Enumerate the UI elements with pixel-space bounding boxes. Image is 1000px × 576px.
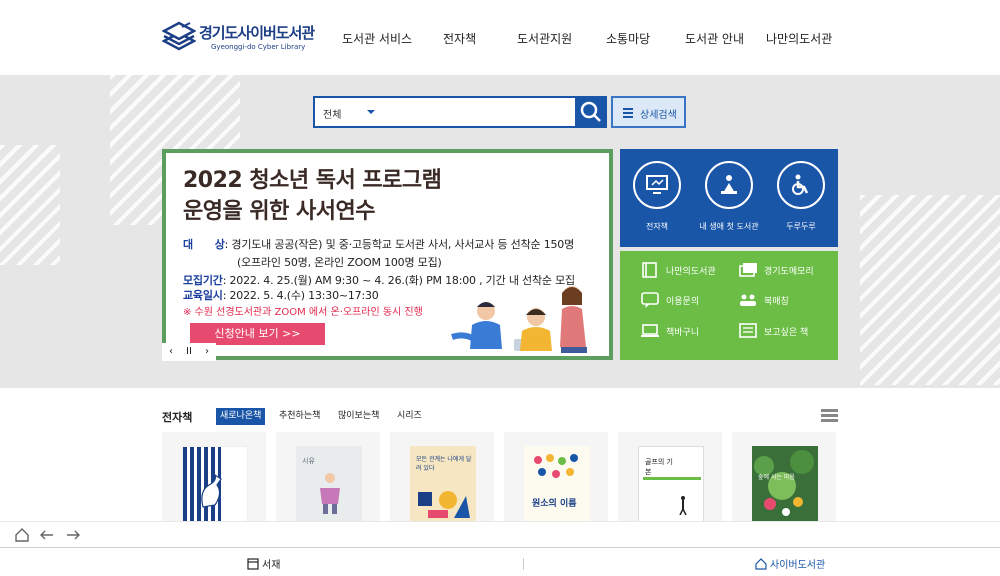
book-cover [182,446,248,524]
tab-recommended[interactable]: 추천하는책 [279,408,320,425]
banner-title: 2022 청소년 독서 프로그램 운영을 위한 사서연수 [183,168,442,224]
quick-my-library[interactable]: 나만의도서관 [640,260,716,280]
tab-new-books[interactable]: 새로나온책 [216,408,266,425]
pause-slide-button[interactable]: II [180,343,198,361]
search-icon [580,101,601,122]
forward-arrow-icon[interactable] [65,527,81,543]
monitor-icon [646,175,668,194]
banner-target-value: : 경기도내 공공(작은) 및 중·고등학교 도서관 사서, 사서교사 등 선착… [224,238,575,251]
nav-library-service[interactable]: 도서관 서비스 [342,30,412,47]
prev-slide-button[interactable]: ‹ [162,343,180,361]
person-illustration [320,473,340,514]
banner-apply-button[interactable]: 신청안내 보기 >> [190,323,325,345]
site-header: 경기도사이버도서관 Gyeonggi-do Cyber Library 도서관 … [0,0,1000,75]
nav-library-support[interactable]: 도서관지원 [517,30,572,47]
banner-schedule-label: 교육일시 [183,289,223,302]
child-reading-icon [721,175,737,194]
banner-target-label: 대 상 [183,238,225,251]
nav-my-library[interactable]: 나만의도서관 [766,30,832,47]
quick-book-matching[interactable]: 북매칭 [738,290,789,310]
hero-area: 전체 상세검색 2022 청소년 독서 프로그램 운영을 위한 사서연수 대 상… [0,75,1000,388]
home-icon [755,557,767,570]
book-card[interactable] [162,432,266,524]
people-icon [740,294,756,306]
search-scope-select[interactable]: 전체 [323,106,341,121]
next-slide-button[interactable]: › [198,343,216,361]
quick-menu-secondary: 나만의도서관 경기도메모리 이용문의 북매칭 책바구니 보고싶은 책 [620,251,838,360]
divider [523,558,524,570]
abstract-shapes-illustration [418,491,470,518]
search-button[interactable] [575,96,607,128]
banner-period-label: 모집기간 [183,274,223,287]
book-icon [642,262,657,278]
detail-search-button[interactable]: 상세검색 [611,96,686,128]
more-menu-icon[interactable] [821,409,838,423]
banner-controls: ‹ II › [162,343,216,361]
book-cover: 원소의 이름 [524,446,590,524]
students-illustration [451,286,587,353]
book-card[interactable]: 모든 관계는 나에게 달려 있다 [390,432,494,524]
quick-durudu[interactable]: 두루두루 [766,161,836,232]
quick-gyeonggi-memory[interactable]: 경기도메모리 [738,260,814,280]
book-card[interactable]: 골프의 기본 [618,432,722,524]
banner-schedule-value: : 2022. 5. 4.(수) 13:30~17:30 [222,289,379,302]
laptop-icon [641,324,659,337]
banner-target-detail: (오프라인 50명, 온라인 ZOOM 100명 모집) [237,256,442,269]
bottom-tab-bar: 서재 사이버도서관 [0,547,1000,576]
banner-note: ※ 수원 선경도서관과 ZOOM 에서 온·오프라인 동시 진행 [183,307,423,318]
book-card[interactable]: 숲에 사는 마음 [732,432,836,524]
nav-ebook[interactable]: 전자책 [443,30,476,47]
promo-banner[interactable]: 2022 청소년 독서 프로그램 운영을 위한 사서연수 대 상: 경기도내 공… [162,149,613,360]
bird-illustration [201,473,222,508]
bg-pattern [0,145,60,265]
ebook-section-title: 전자책 [162,411,193,424]
book-cover: 모든 관계는 나에게 달려 있다 [410,446,476,524]
bg-pattern [860,195,1000,385]
home-icon[interactable] [14,527,30,543]
quick-menu-primary: 전자책 내 생애 첫 도서관 두루두루 [620,149,838,247]
book-card[interactable]: 원소의 이름 [504,432,608,524]
back-arrow-icon[interactable] [39,527,55,543]
book-cover: 시유 [296,446,362,524]
bottom-tab-bookshelf[interactable]: 서재 [247,556,280,571]
book-card[interactable]: 시유 [276,432,380,524]
bookshelf-icon [247,557,259,570]
main-nav: 도서관 서비스 전자책 도서관지원 소통마당 도서관 안내 나만의도서관 [0,30,1000,50]
photo-stack-icon [739,263,757,277]
wheelchair-icon [792,174,809,195]
tab-popular[interactable]: 많이보는책 [338,408,379,425]
list-icon [623,108,633,118]
document-list-icon [739,323,757,338]
quick-first-library[interactable]: 내 생애 첫 도서관 [694,161,764,232]
chat-icon [641,292,659,308]
book-cover: 숲에 사는 마음 [752,446,818,524]
app-nav-bar [0,521,1000,547]
quick-wish-book[interactable]: 보고싶은 책 [738,321,808,341]
bottom-tab-cyber-library[interactable]: 사이버도서관 [755,556,825,571]
book-cover: 골프의 기본 [638,446,704,524]
golfer-icon [679,496,687,515]
quick-ebook[interactable]: 전자책 [622,161,692,232]
element-dots-illustration [534,454,578,478]
search-bar: 전체 [313,96,607,128]
nav-library-guide[interactable]: 도서관 안내 [685,30,744,47]
forest-illustration [754,450,814,516]
quick-inquiry[interactable]: 이용문의 [640,290,699,310]
caret-down-icon[interactable] [367,110,375,114]
quick-book-basket[interactable]: 책바구니 [640,321,699,341]
tab-series[interactable]: 시리즈 [397,408,422,425]
nav-community[interactable]: 소통마당 [606,30,650,47]
